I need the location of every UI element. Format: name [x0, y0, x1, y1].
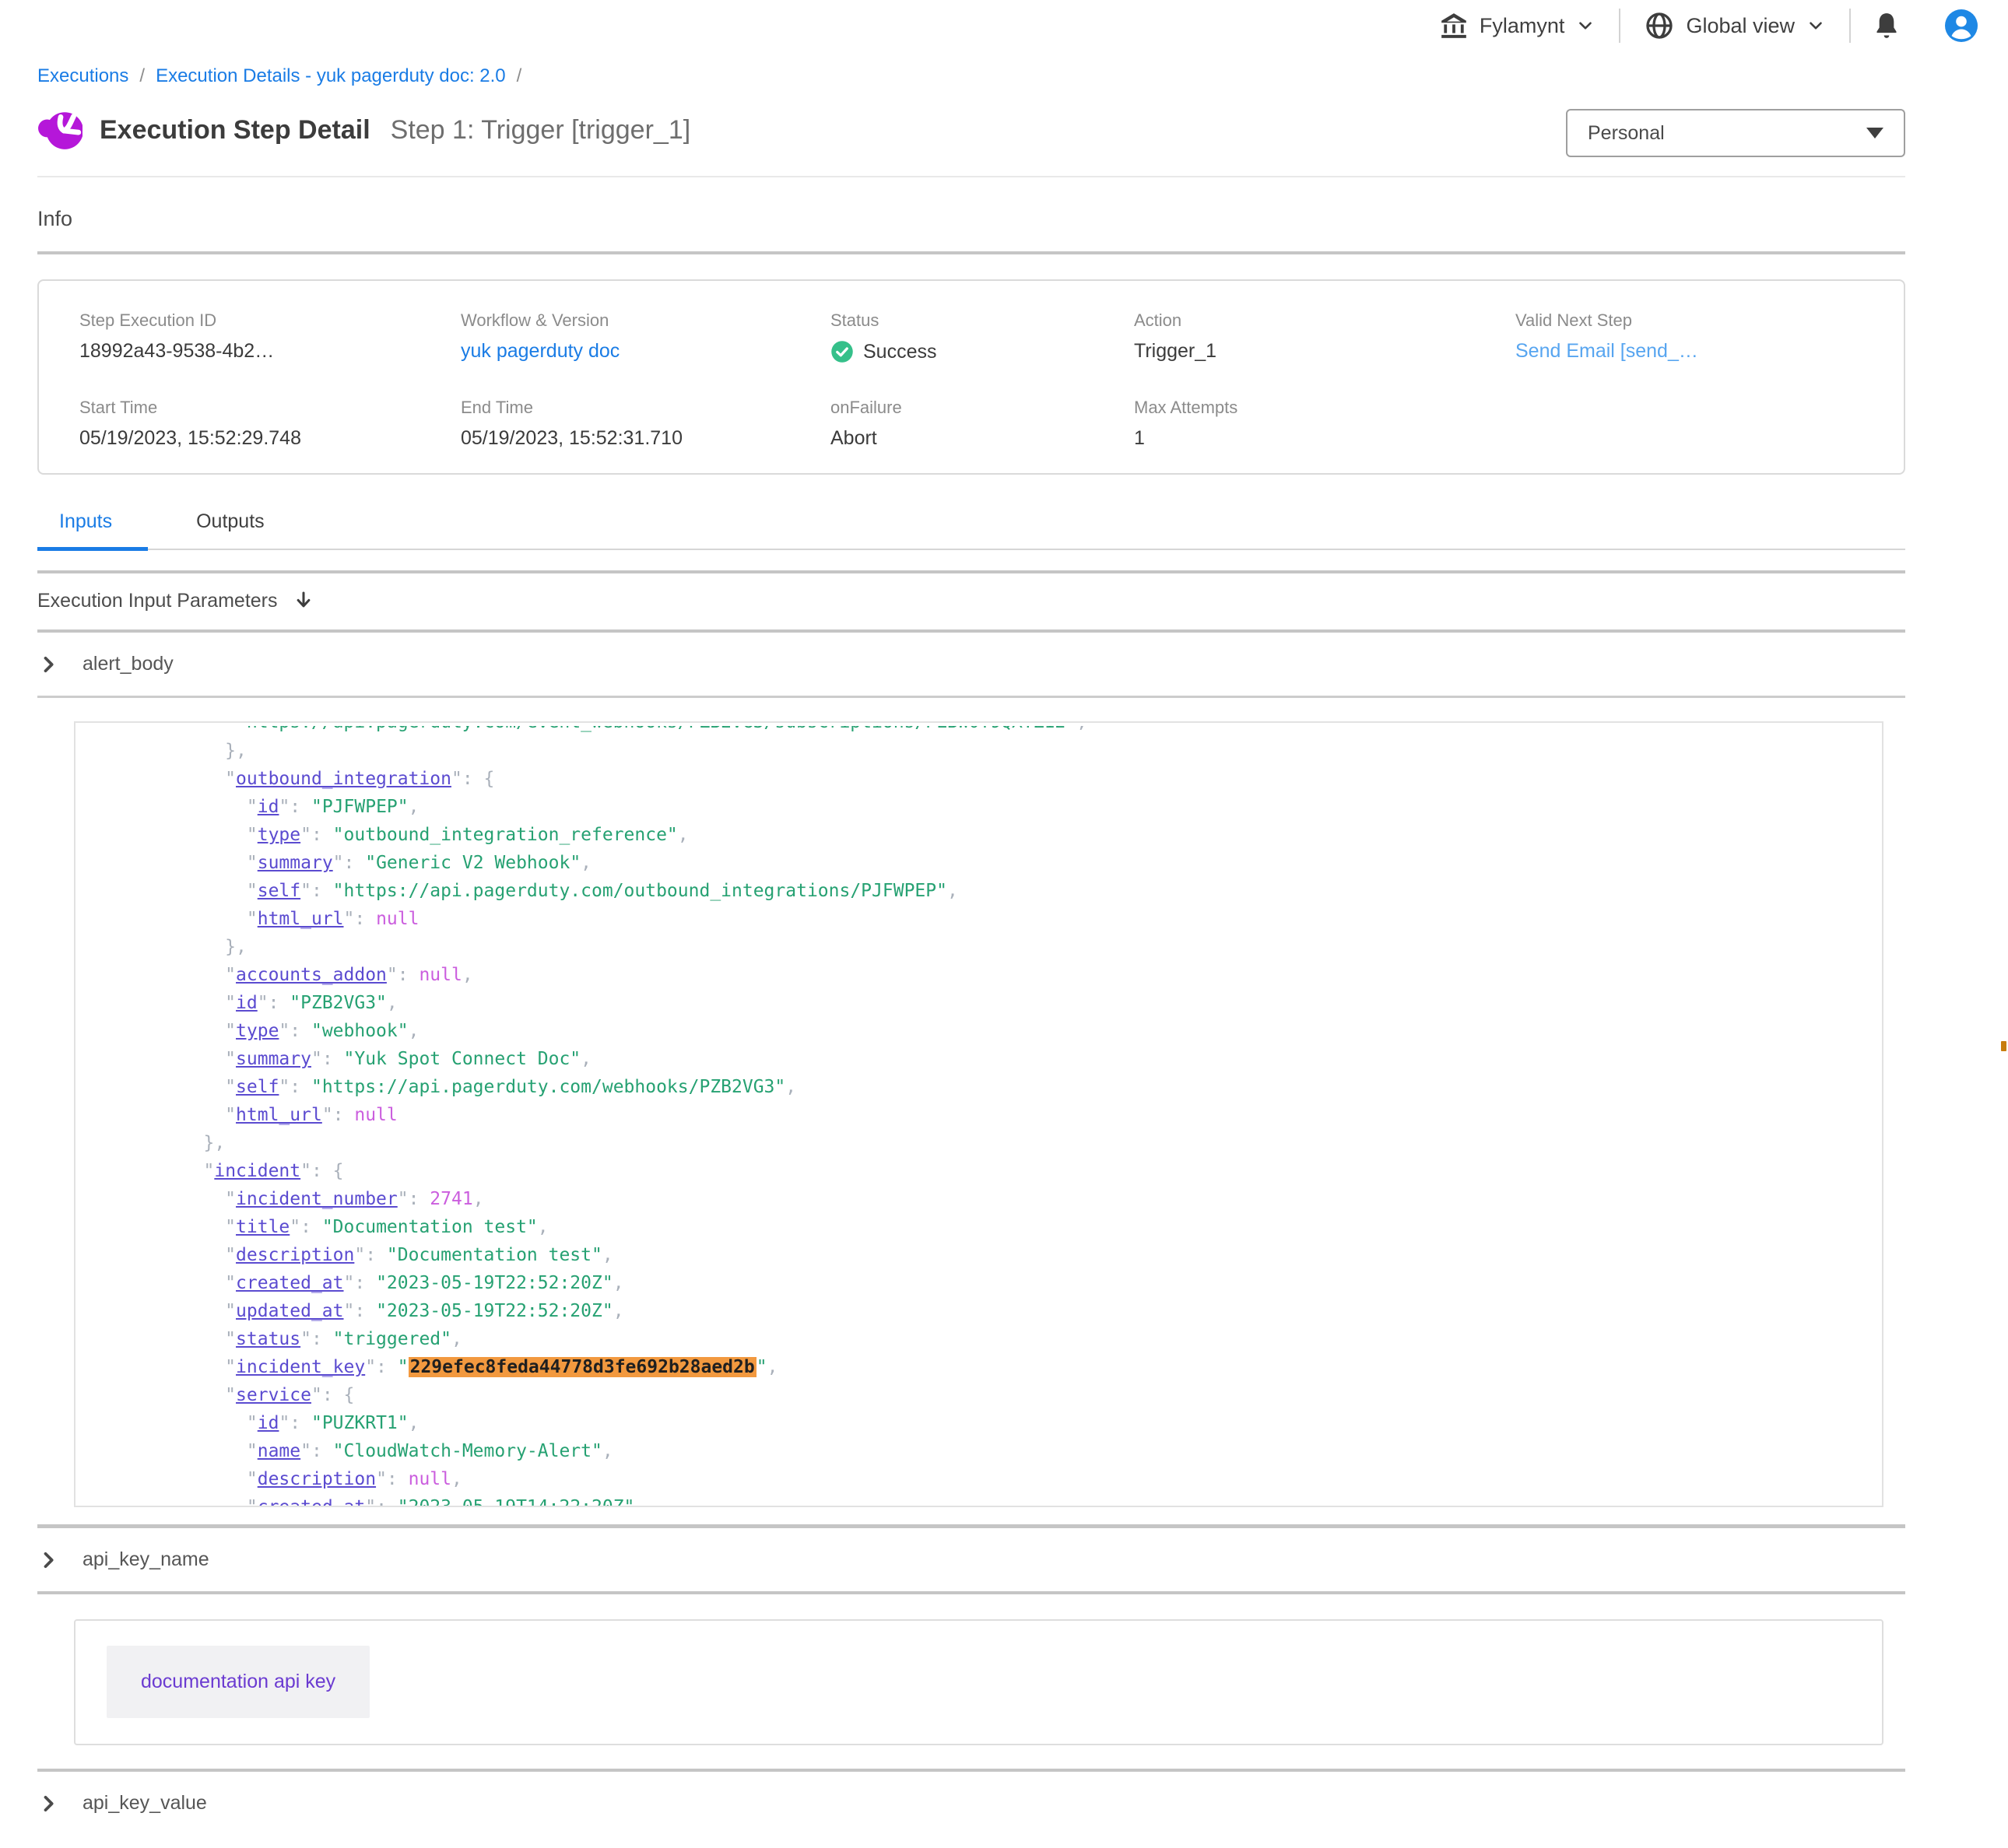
alert-body-rule	[37, 696, 1905, 698]
avatar	[1943, 7, 1980, 44]
account-button[interactable]	[1922, 7, 1986, 44]
workflow-logo-icon	[37, 107, 82, 153]
scope-select-value: Personal	[1588, 122, 1665, 145]
chevron-down-icon	[1575, 16, 1596, 36]
page-title: Execution Step Detail	[100, 115, 370, 146]
chevron-right-icon	[37, 1793, 59, 1815]
tab-outputs[interactable]: Outputs	[196, 510, 274, 549]
field-value: Abort	[830, 427, 1134, 450]
page-header: Execution Step Detail Step 1: Trigger [t…	[37, 107, 1905, 157]
params-header-title: Execution Input Parameters	[37, 590, 278, 612]
field-workflow-version: Workflow & Version yuk pagerduty doc	[461, 310, 830, 363]
field-label: Workflow & Version	[461, 310, 830, 331]
row-api-key-value[interactable]: api_key_value	[37, 1772, 1905, 1835]
row-api-key-value-label: api_key_value	[82, 1792, 207, 1815]
scope-select[interactable]: Personal	[1566, 109, 1905, 157]
view-label: Global view	[1686, 14, 1795, 38]
success-check-icon	[830, 340, 854, 363]
org-label: Fylamynt	[1480, 14, 1565, 38]
header-divider	[37, 176, 1905, 177]
field-max-attempts: Max Attempts 1	[1134, 398, 1515, 450]
info-card: Step Execution ID 18992a43-9538-4b2… Wor…	[37, 279, 1905, 475]
json-code-box[interactable]: "https://api.pagerduty.com/event_webhook…	[74, 721, 1883, 1507]
field-onfailure: onFailure Abort	[830, 398, 1134, 450]
select-arrow-icon	[1866, 128, 1883, 139]
field-value: 18992a43-9538-4b2…	[79, 340, 461, 363]
breadcrumb-link-executions[interactable]: Executions	[37, 65, 128, 87]
row-api-key-name[interactable]: api_key_name	[37, 1528, 1905, 1591]
row-alert-body[interactable]: alert_body	[37, 633, 1905, 696]
breadcrumb-separator: /	[517, 65, 522, 87]
field-valid-next-step: Valid Next Step Send Email [send_…	[1515, 310, 1863, 363]
tab-inputs-label: Inputs	[37, 510, 148, 532]
topbar: Fylamynt Global view	[0, 0, 2008, 51]
json-code: "https://api.pagerduty.com/event_webhook…	[96, 726, 1866, 1506]
tab-bar: Inputs Outputs	[37, 510, 1905, 550]
breadcrumb-separator: /	[139, 65, 145, 87]
tab-outputs-label: Outputs	[196, 510, 265, 532]
field-label: Max Attempts	[1134, 398, 1515, 418]
view-switcher[interactable]: Global view	[1620, 10, 1849, 41]
api-key-name-card: documentation api key	[74, 1619, 1883, 1745]
status-badge: Success	[863, 341, 936, 363]
globe-icon	[1644, 10, 1675, 41]
info-rule	[37, 251, 1905, 254]
org-switcher[interactable]: Fylamynt	[1416, 11, 1620, 40]
bell-icon	[1871, 10, 1902, 41]
scrollbar-match-indicator	[2001, 1041, 2006, 1051]
field-status: Status Success	[830, 310, 1134, 363]
tab-inputs[interactable]: Inputs	[37, 510, 148, 549]
notifications-button[interactable]	[1851, 10, 1922, 41]
page-subtitle: Step 1: Trigger [trigger_1]	[391, 115, 691, 146]
api-key-chip: documentation api key	[107, 1646, 370, 1718]
field-value: Trigger_1	[1134, 340, 1515, 363]
chevron-right-icon	[37, 1549, 59, 1571]
breadcrumb: Executions / Execution Details - yuk pag…	[37, 65, 1905, 87]
next-step-link[interactable]: Send Email [send_…	[1515, 340, 1863, 363]
field-label: Step Execution ID	[79, 310, 461, 331]
field-action: Action Trigger_1	[1134, 310, 1515, 363]
field-label: Valid Next Step	[1515, 310, 1863, 331]
field-label: onFailure	[830, 398, 1134, 418]
row-alert-body-label: alert_body	[82, 653, 174, 675]
workflow-link[interactable]: yuk pagerduty doc	[461, 340, 830, 363]
field-value: 05/19/2023, 15:52:31.710	[461, 427, 830, 450]
bank-icon	[1439, 11, 1469, 40]
api-key-name-rule	[37, 1591, 1905, 1594]
download-icon[interactable]	[292, 589, 315, 612]
field-value: 1	[1134, 427, 1515, 450]
field-step-execution-id: Step Execution ID 18992a43-9538-4b2…	[79, 310, 461, 363]
breadcrumb-link-execution-details[interactable]: Execution Details - yuk pagerduty doc: 2…	[156, 65, 506, 87]
field-end-time: End Time 05/19/2023, 15:52:31.710	[461, 398, 830, 450]
row-api-key-name-label: api_key_name	[82, 1548, 209, 1571]
field-label: Start Time	[79, 398, 461, 418]
field-label: Status	[830, 310, 1134, 331]
field-label: End Time	[461, 398, 830, 418]
chevron-right-icon	[37, 654, 59, 675]
field-value: 05/19/2023, 15:52:29.748	[79, 427, 461, 450]
chevron-down-icon	[1806, 16, 1826, 36]
field-label: Action	[1134, 310, 1515, 331]
params-header-row: Execution Input Parameters	[37, 573, 1905, 629]
info-section-title: Info	[37, 207, 1905, 231]
field-start-time: Start Time 05/19/2023, 15:52:29.748	[79, 398, 461, 450]
